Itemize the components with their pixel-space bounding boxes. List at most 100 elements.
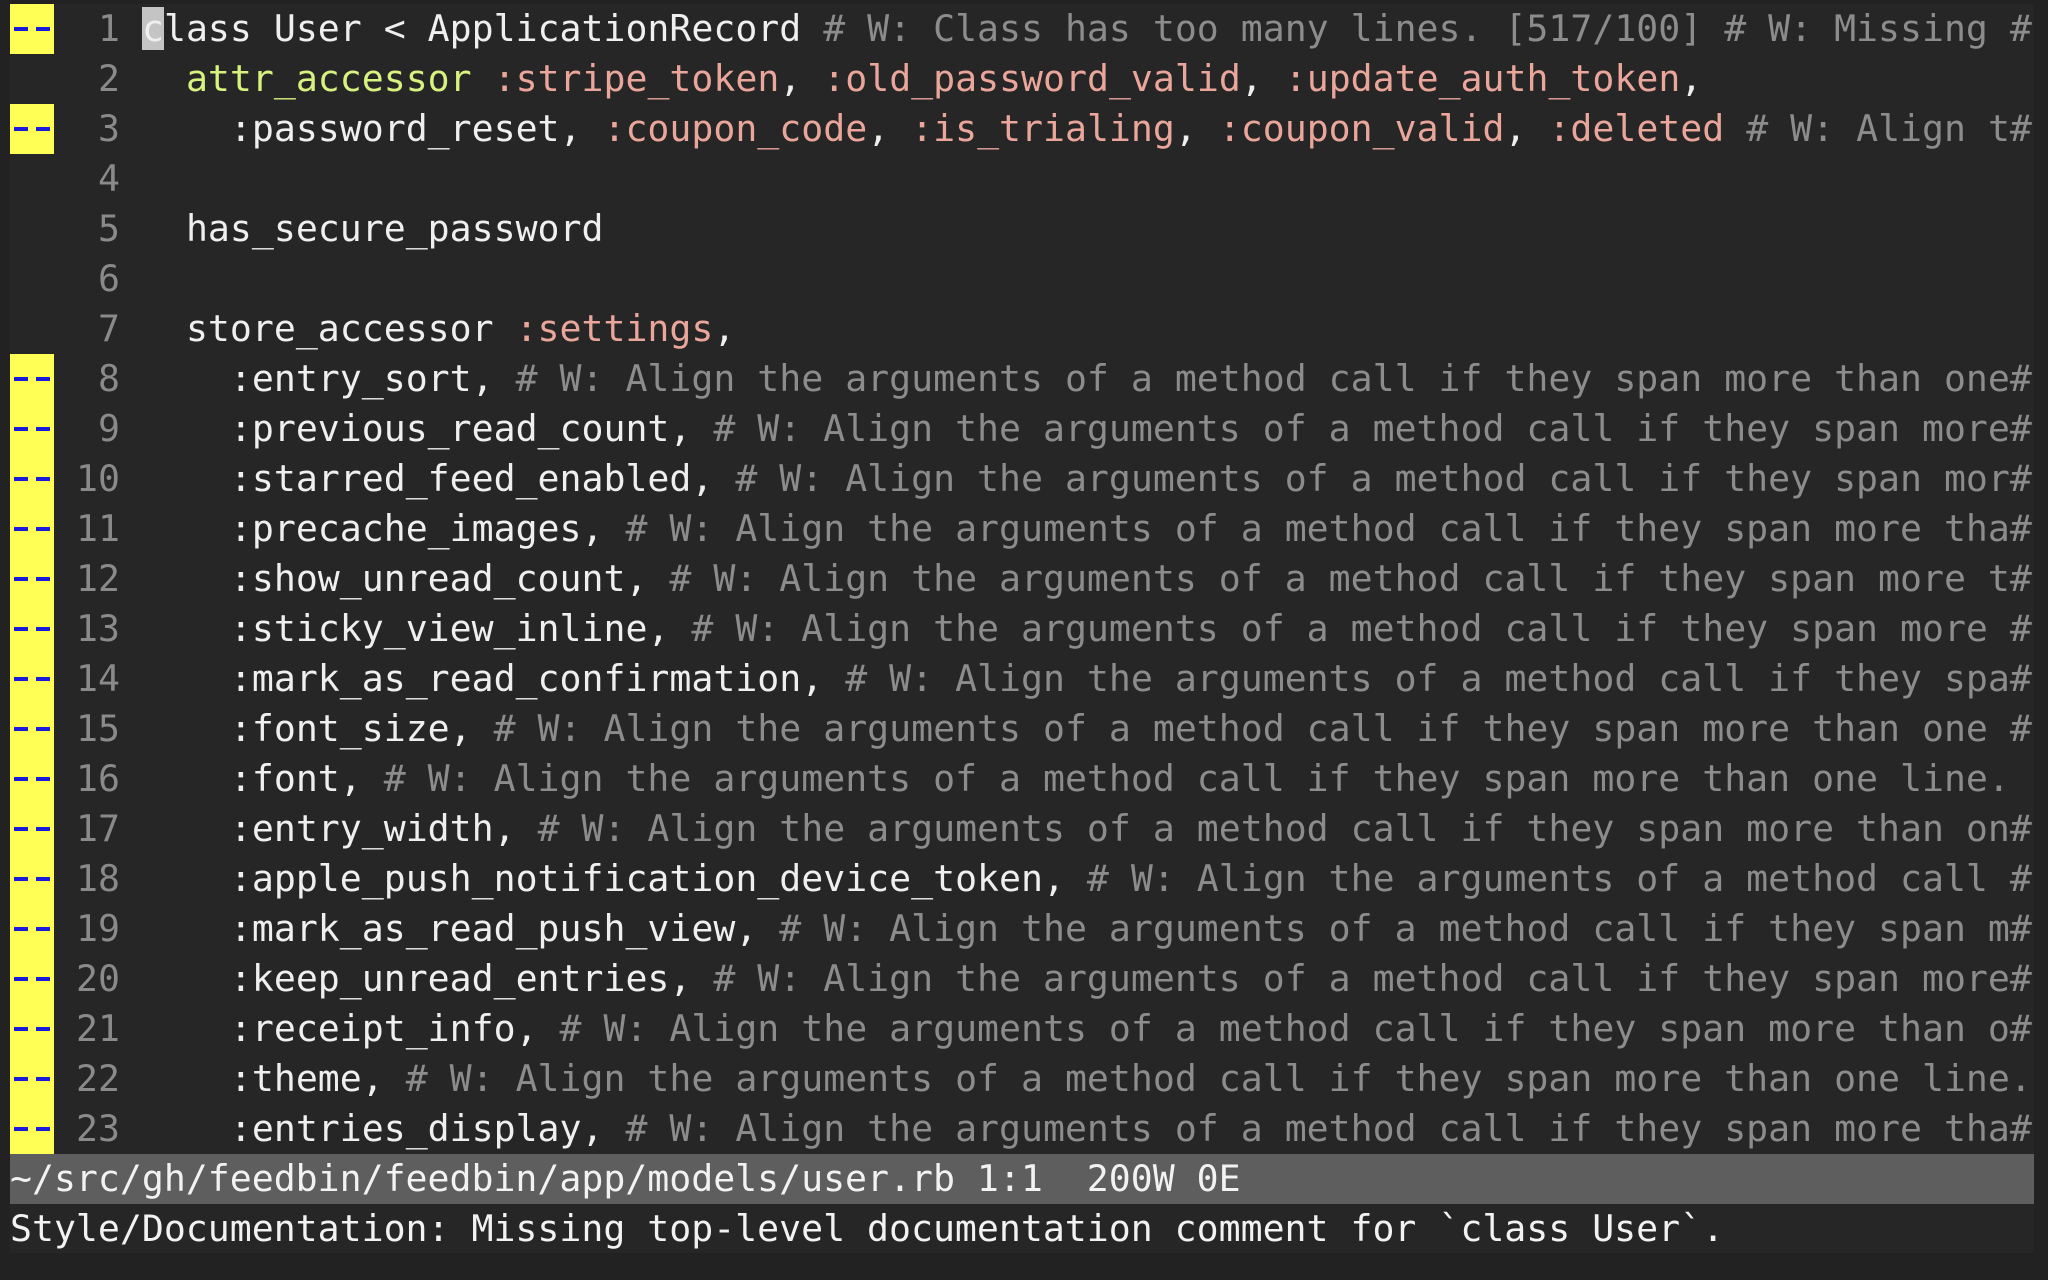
- lint-warning-sign-icon: [10, 854, 54, 904]
- code-line[interactable]: 17 :entry_width, # W: Align the argument…: [10, 804, 2034, 854]
- code-line[interactable]: 19 :mark_as_read_push_view, # W: Align t…: [10, 904, 2034, 954]
- lint-warning-sign-icon: [10, 754, 54, 804]
- line-text[interactable]: :show_unread_count, # W: Align the argum…: [142, 554, 2034, 604]
- line-text[interactable]: :entries_display, # W: Align the argumen…: [142, 1104, 2034, 1154]
- lint-warning-sign-icon: [10, 1004, 54, 1054]
- dash-icon: [36, 477, 50, 481]
- default-token: :entries_display,: [142, 1107, 626, 1150]
- code-line[interactable]: 23 :entries_display, # W: Align the argu…: [10, 1104, 2034, 1154]
- code-line[interactable]: 6: [10, 254, 2034, 304]
- code-line[interactable]: 18 :apple_push_notification_device_token…: [10, 854, 2034, 904]
- line-text[interactable]: :receipt_info, # W: Align the arguments …: [142, 1004, 2034, 1054]
- code-line[interactable]: 12 :show_unread_count, # W: Align the ar…: [10, 554, 2034, 604]
- lint-warning-sign-icon: [10, 704, 54, 754]
- line-text[interactable]: :entry_width, # W: Align the arguments o…: [142, 804, 2034, 854]
- lint-warning-sign-icon: [10, 954, 54, 1004]
- lint-warning-sign-icon: [10, 604, 54, 654]
- line-text[interactable]: :sticky_view_inline, # W: Align the argu…: [142, 604, 2034, 654]
- dash-icon: [36, 877, 50, 881]
- default-token: :previous_read_count,: [142, 407, 714, 450]
- symbol-token: :coupon_code: [603, 107, 868, 150]
- default-token: :password_reset,: [142, 107, 604, 150]
- default-token: :sticky_view_inline,: [142, 607, 692, 650]
- line-number: 11: [76, 507, 120, 550]
- terminal-editor[interactable]: 1 class User < ApplicationRecord # W: Cla…: [10, 4, 2034, 1253]
- dash-icon: [36, 927, 50, 931]
- code-line[interactable]: 7 store_accessor :settings,: [10, 304, 2034, 354]
- line-text[interactable]: :entry_sort, # W: Align the arguments of…: [142, 354, 2034, 404]
- code-line[interactable]: 21 :receipt_info, # W: Align the argumen…: [10, 1004, 2034, 1054]
- line-number: 13: [76, 607, 120, 650]
- default-token: :receipt_info,: [142, 1007, 560, 1050]
- code-line[interactable]: 13 :sticky_view_inline, # W: Align the a…: [10, 604, 2034, 654]
- code-line[interactable]: 5 has_secure_password: [10, 204, 2034, 254]
- default-token: :theme,: [142, 1057, 406, 1100]
- line-text[interactable]: :font, # W: Align the arguments of a met…: [142, 754, 2034, 804]
- line-text[interactable]: :apple_push_notification_device_token, #…: [142, 854, 2034, 904]
- symbol-token: :stripe_token: [493, 57, 780, 100]
- default-token: ,: [1680, 57, 1703, 100]
- code-line[interactable]: 10 :starred_feed_enabled, # W: Align the…: [10, 454, 2034, 504]
- dash-icon: [36, 777, 50, 781]
- code-line[interactable]: 14 :mark_as_read_confirmation, # W: Alig…: [10, 654, 2034, 704]
- dash-icon: [36, 127, 50, 131]
- code-line[interactable]: 9 :previous_read_count, # W: Align the a…: [10, 404, 2034, 454]
- lint-comment: # W: Align the arguments of a method cal…: [779, 907, 2032, 950]
- lint-comment: # W: Align the arguments of a method cal…: [713, 957, 2032, 1000]
- line-number: 2: [98, 57, 120, 100]
- line-text[interactable]: attr_accessor :stripe_token, :old_passwo…: [142, 54, 2034, 104]
- line-text[interactable]: store_accessor :settings,: [142, 304, 2034, 354]
- code-buffer[interactable]: 1 class User < ApplicationRecord # W: Cla…: [10, 4, 2034, 1154]
- code-line[interactable]: 8 :entry_sort, # W: Align the arguments …: [10, 354, 2034, 404]
- default-token: :entry_width,: [142, 807, 538, 850]
- dash-icon: [36, 1027, 50, 1031]
- sign-column: [10, 54, 54, 104]
- line-text[interactable]: :starred_feed_enabled, # W: Align the ar…: [142, 454, 2034, 504]
- line-number: 1: [98, 7, 120, 50]
- dash-icon: [14, 1077, 28, 1081]
- dash-icon: [14, 1127, 28, 1131]
- code-line[interactable]: 2 attr_accessor :stripe_token, :old_pass…: [10, 54, 2034, 104]
- line-number: 17: [76, 807, 120, 850]
- symbol-token: :update_auth_token: [1284, 57, 1681, 100]
- dash-icon: [14, 627, 28, 631]
- symbol-token: :is_trialing: [911, 107, 1175, 150]
- code-line[interactable]: 4: [10, 154, 2034, 204]
- default-token: :entry_sort,: [142, 357, 516, 400]
- line-text[interactable]: :precache_images, # W: Align the argumen…: [142, 504, 2034, 554]
- line-text[interactable]: :mark_as_read_push_view, # W: Align the …: [142, 904, 2034, 954]
- code-line[interactable]: 1 class User < ApplicationRecord # W: Cla…: [10, 4, 2034, 54]
- lint-comment: # W: Align the arguments of a method cal…: [559, 1007, 2032, 1050]
- dash-icon: [36, 677, 50, 681]
- code-line[interactable]: 16 :font, # W: Align the arguments of a …: [10, 754, 2034, 804]
- code-line[interactable]: 15 :font_size, # W: Align the arguments …: [10, 704, 2034, 754]
- line-text[interactable]: class User < ApplicationRecord # W: Clas…: [142, 4, 2034, 54]
- line-text[interactable]: :previous_read_count, # W: Align the arg…: [142, 404, 2034, 454]
- lint-comment: # W: Align the arguments of a method cal…: [515, 357, 2032, 400]
- message-line: Style/Documentation: Missing top-level d…: [10, 1207, 1725, 1250]
- code-line[interactable]: 3 :password_reset, :coupon_code, :is_tri…: [10, 104, 2034, 154]
- line-text[interactable]: :mark_as_read_confirmation, # W: Align t…: [142, 654, 2034, 704]
- default-token: ,: [1174, 107, 1219, 150]
- default-token: ,: [1504, 107, 1549, 150]
- code-line[interactable]: 11 :precache_images, # W: Align the argu…: [10, 504, 2034, 554]
- line-number: 10: [76, 457, 120, 500]
- line-number: 7: [98, 307, 120, 350]
- line-number: 15: [76, 707, 120, 750]
- line-text[interactable]: :password_reset, :coupon_code, :is_trial…: [142, 104, 2034, 154]
- code-line[interactable]: 20 :keep_unread_entries, # W: Align the …: [10, 954, 2034, 1004]
- dash-icon: [36, 27, 50, 31]
- line-text[interactable]: :theme, # W: Align the arguments of a me…: [142, 1054, 2034, 1104]
- line-text[interactable]: :font_size, # W: Align the arguments of …: [142, 704, 2034, 754]
- line-number: 20: [76, 957, 120, 1000]
- dash-icon: [14, 877, 28, 881]
- symbol-token: :deleted: [1548, 107, 1725, 150]
- dash-icon: [14, 727, 28, 731]
- symbol-token: :old_password_valid: [823, 57, 1241, 100]
- line-text[interactable]: :keep_unread_entries, # W: Align the arg…: [142, 954, 2034, 1004]
- lint-comment: # W: Align the arguments of a method cal…: [625, 507, 2032, 550]
- line-text[interactable]: has_secure_password: [142, 204, 2034, 254]
- lint-comment: # W: Align the arguments of a method cal…: [1086, 857, 2032, 900]
- line-number: 21: [76, 1007, 120, 1050]
- code-line[interactable]: 22 :theme, # W: Align the arguments of a…: [10, 1054, 2034, 1104]
